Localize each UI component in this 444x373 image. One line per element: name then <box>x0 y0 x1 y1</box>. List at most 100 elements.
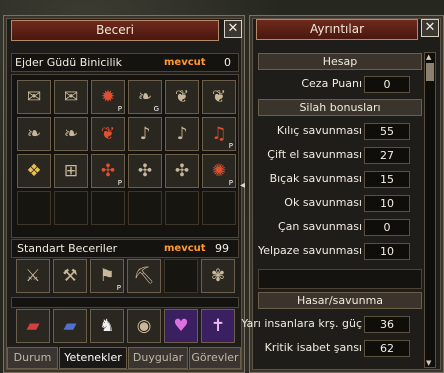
action-slot[interactable]: ▰ <box>53 309 87 343</box>
skill-slot[interactable]: ♪ <box>128 117 162 151</box>
separator-bar <box>11 297 239 308</box>
skill-slot[interactable]: ♪ <box>165 117 199 151</box>
scroll-icon: ✉ <box>63 87 79 107</box>
skill-slot[interactable]: ❦ <box>91 117 125 151</box>
skill-slot-empty[interactable] <box>17 191 51 225</box>
skill-slot[interactable]: ❧ <box>17 117 51 151</box>
std-skill-slot[interactable]: ⚒ <box>53 259 87 293</box>
std-skill-slot[interactable]: ✾ <box>201 259 235 293</box>
stat-label: Bıçak savunması <box>269 172 362 185</box>
skill-group-label[interactable]: Ejder Güdü Binicilik <box>15 56 122 69</box>
book-red-icon: ▰ <box>26 316 40 336</box>
stat-label: Yelpaze savunması <box>257 244 362 257</box>
std-skill-slot[interactable]: ⛏ <box>127 259 161 293</box>
scroll-thumb[interactable] <box>426 63 434 81</box>
skill-slot[interactable]: ✺ P <box>202 154 236 188</box>
stat-value: 15 <box>364 171 410 188</box>
standard-mevcut-label: mevcut <box>164 243 206 254</box>
heart-icon: ♥ <box>173 316 189 336</box>
flame-icon: ✹ <box>100 87 116 107</box>
horse-icon: ♞ <box>99 316 115 336</box>
skill-grid: ✉ ✉ ✹ P ❧ G ❦ ❦ ❧ ❧ ❦ ♪ ♪ ♫ P ❖ ⊞ ✣ P ✣ ✣ ✺ P <box>11 74 239 238</box>
stat-value: 55 <box>364 123 410 140</box>
stat-label: Ok savunması <box>284 196 362 209</box>
stat-value: 36 <box>364 316 410 333</box>
section-hesap: Hesap <box>258 53 422 70</box>
action-slot[interactable]: ✝ <box>201 309 235 343</box>
skill-slot[interactable]: ✣ <box>165 154 199 188</box>
std-skill-slot[interactable]: ⚑ P <box>90 259 124 293</box>
stat-row-weapon: Çan savunması 0 <box>258 218 420 236</box>
dragon-icon: ❦ <box>174 87 190 107</box>
shuriken-icon: ✣ <box>174 161 190 181</box>
skill-slot[interactable]: ♫ P <box>202 117 236 151</box>
stat-value: 10 <box>364 243 410 260</box>
skill-slot[interactable]: ❦ <box>165 80 199 114</box>
stat-value: 10 <box>364 195 410 212</box>
skill-window: Beceri ✕ Ejder Güdü Binicilik mevcut 0 ✉… <box>3 15 245 373</box>
bell-icon: ♪ <box>176 124 188 144</box>
details-window-titlebar[interactable]: Ayrıntılar <box>256 19 418 40</box>
skill-window-close-button[interactable]: ✕ <box>224 20 242 38</box>
stat-row-weapon: Ok savunması 10 <box>258 194 420 212</box>
skill-slot-empty[interactable] <box>202 191 236 225</box>
skill-slot[interactable]: ⊞ <box>54 154 88 188</box>
skill-slot[interactable]: ✉ <box>54 80 88 114</box>
stat-label: Çift el savunması <box>267 148 362 161</box>
skill-slot[interactable]: ✣ <box>128 154 162 188</box>
section-hasar-savunma: Hasar/savunma <box>258 292 422 309</box>
scroll-icon: ✉ <box>26 87 42 107</box>
skill-slot[interactable]: ❧ G <box>128 80 162 114</box>
stat-row-weapon: Bıçak savunması 15 <box>258 170 420 188</box>
details-scrollbar[interactable]: ▲ ▼ <box>424 52 436 368</box>
broom-icon: ⚒ <box>62 266 78 286</box>
emblem-icon: ✾ <box>210 266 226 286</box>
stat-value: 0 <box>364 76 410 93</box>
skill-group-header: Ejder Güdü Binicilik mevcut 0 <box>11 53 239 72</box>
skill-slot[interactable]: ✹ P <box>91 80 125 114</box>
action-slot[interactable]: ♞ <box>90 309 124 343</box>
stat-label: Kritik isabet şansı <box>264 341 362 354</box>
skill-slot-empty[interactable] <box>54 191 88 225</box>
std-skill-slot-empty[interactable] <box>164 259 198 293</box>
skill-slot-empty[interactable] <box>128 191 162 225</box>
scroll-up-icon[interactable]: ▲ <box>426 53 431 61</box>
skill-window-titlebar[interactable]: Beceri <box>11 20 219 41</box>
stat-row-ceza: Ceza Puanı 0 <box>258 75 420 93</box>
dragon-icon: ❧ <box>137 87 153 107</box>
tab-gorevler[interactable]: Görevler <box>189 347 241 369</box>
shuriken-icon: ✣ <box>137 161 153 181</box>
tab-durum[interactable]: Durum <box>7 347 58 369</box>
shield-icon: ❖ <box>26 161 42 181</box>
tab-duygular[interactable]: Duygular <box>128 347 188 369</box>
stat-value: 27 <box>364 147 410 164</box>
standard-skills-header: Standart Beceriler mevcut 99 <box>11 239 239 258</box>
panel-collapse-arrow-icon[interactable]: ◂ <box>240 178 248 194</box>
section-silah-bonuslari: Silah bonusları <box>258 99 422 116</box>
skill-slot[interactable]: ❖ <box>17 154 51 188</box>
stat-value: 0 <box>364 219 410 236</box>
action-slot[interactable]: ◉ <box>127 309 161 343</box>
standard-skills-label: Standart Beceriler <box>17 242 118 255</box>
tab-yetenekler[interactable]: Yetenekler <box>59 347 127 369</box>
action-slot[interactable]: ♥ <box>164 309 198 343</box>
skill-slot[interactable]: ❧ <box>54 117 88 151</box>
skill-window-title: Beceri <box>96 23 134 37</box>
scroll-down-icon[interactable]: ▼ <box>426 359 431 367</box>
details-window-title: Ayrıntılar <box>309 22 365 36</box>
std-skill-slot[interactable]: ⚔ <box>16 259 50 293</box>
stat-row-damage: Yarı insanlara krş. güç 36 <box>241 315 420 333</box>
mevcut-label: mevcut <box>164 57 206 68</box>
grid-icon: ⊞ <box>63 161 79 181</box>
skill-slot[interactable]: ✉ <box>17 80 51 114</box>
skill-slot[interactable]: ✣ P <box>91 154 125 188</box>
stat-row-weapon: Yelpaze savunması 10 <box>258 242 420 260</box>
cross-icon: ✝ <box>210 316 226 336</box>
skill-slot[interactable]: ❦ <box>202 80 236 114</box>
details-window-close-button[interactable]: ✕ <box>421 19 439 37</box>
skill-slot-empty[interactable] <box>165 191 199 225</box>
stat-row-damage: Kritik isabet şansı 62 <box>258 339 420 357</box>
action-slot[interactable]: ▰ <box>16 309 50 343</box>
stat-label: Kılıç savunması <box>276 124 362 137</box>
skill-slot-empty[interactable] <box>91 191 125 225</box>
